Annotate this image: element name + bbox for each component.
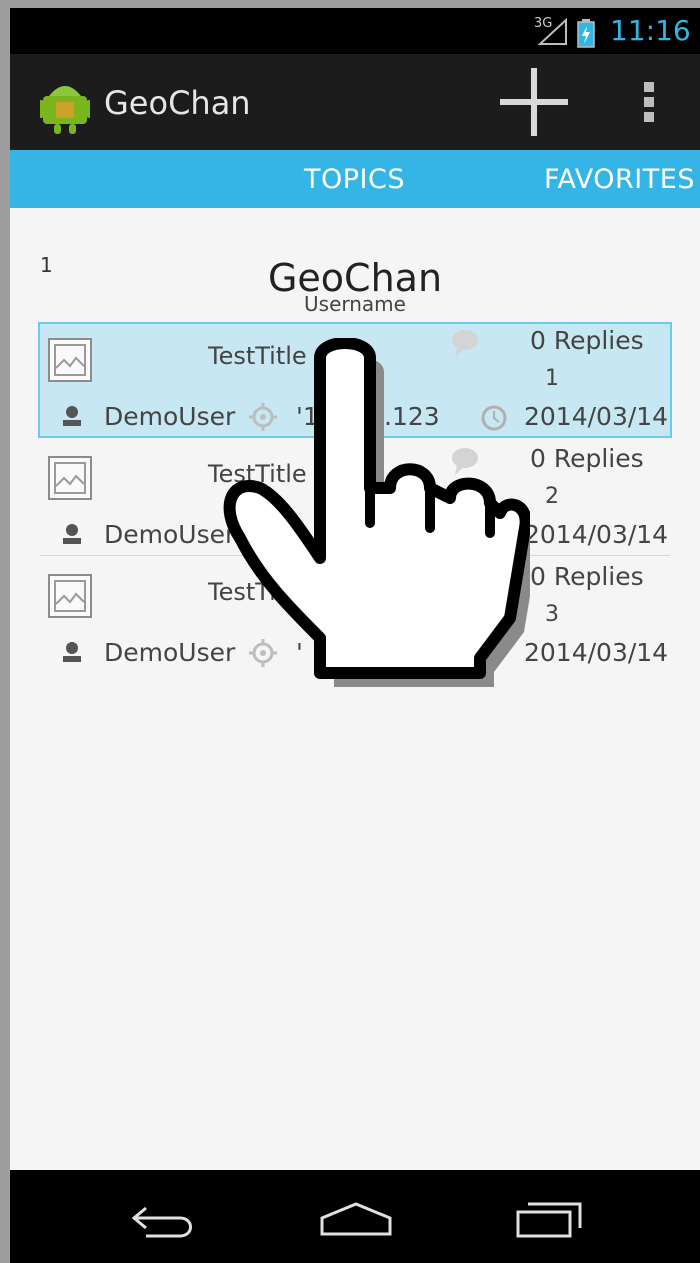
home-icon[interactable] [318, 1200, 394, 1240]
tab-favorites[interactable]: FAVORITES [544, 164, 695, 195]
plus-icon[interactable] [498, 66, 570, 138]
tab-topics[interactable]: TOPICS [304, 164, 405, 195]
clock: 11:16 [610, 14, 691, 47]
thumbnail-icon [48, 456, 92, 500]
back-icon[interactable] [128, 1200, 200, 1240]
tab-bar: TOPICS FAVORITES [10, 150, 700, 208]
topic-number: 1 [545, 366, 559, 391]
reply-count: 0 Replies [530, 326, 644, 355]
reply-count: 0 Replies [530, 444, 644, 473]
username-label: Username [304, 292, 406, 316]
reply-count: 0 Replies [530, 562, 644, 591]
user-icon [63, 524, 81, 544]
battery-icon [577, 19, 595, 48]
topic-number: 3 [545, 602, 559, 627]
thumbnail-icon [48, 338, 92, 382]
topic-number: 2 [545, 484, 559, 509]
topic-date: 2014/03/14 [524, 520, 669, 549]
recent-apps-icon[interactable] [514, 1200, 586, 1240]
user-icon [63, 406, 81, 426]
phone-screen: 3G 11:16 GeoChan TOPICS FAVORITES 1 GeoC… [10, 8, 700, 1263]
navigation-bar [10, 1170, 700, 1263]
topic-date: 2014/03/14 [524, 638, 669, 667]
user-icon [63, 642, 81, 662]
status-bar: 3G 11:16 [10, 8, 700, 54]
android-app-icon[interactable] [40, 82, 90, 134]
app-title: GeoChan [104, 84, 251, 122]
signal-icon [538, 18, 567, 45]
thumbnail-icon [48, 574, 92, 618]
tap-gesture-hand-icon [223, 338, 530, 687]
overflow-menu-icon[interactable] [638, 78, 662, 126]
action-bar: GeoChan [10, 54, 700, 151]
topic-date: 2014/03/14 [524, 402, 669, 431]
